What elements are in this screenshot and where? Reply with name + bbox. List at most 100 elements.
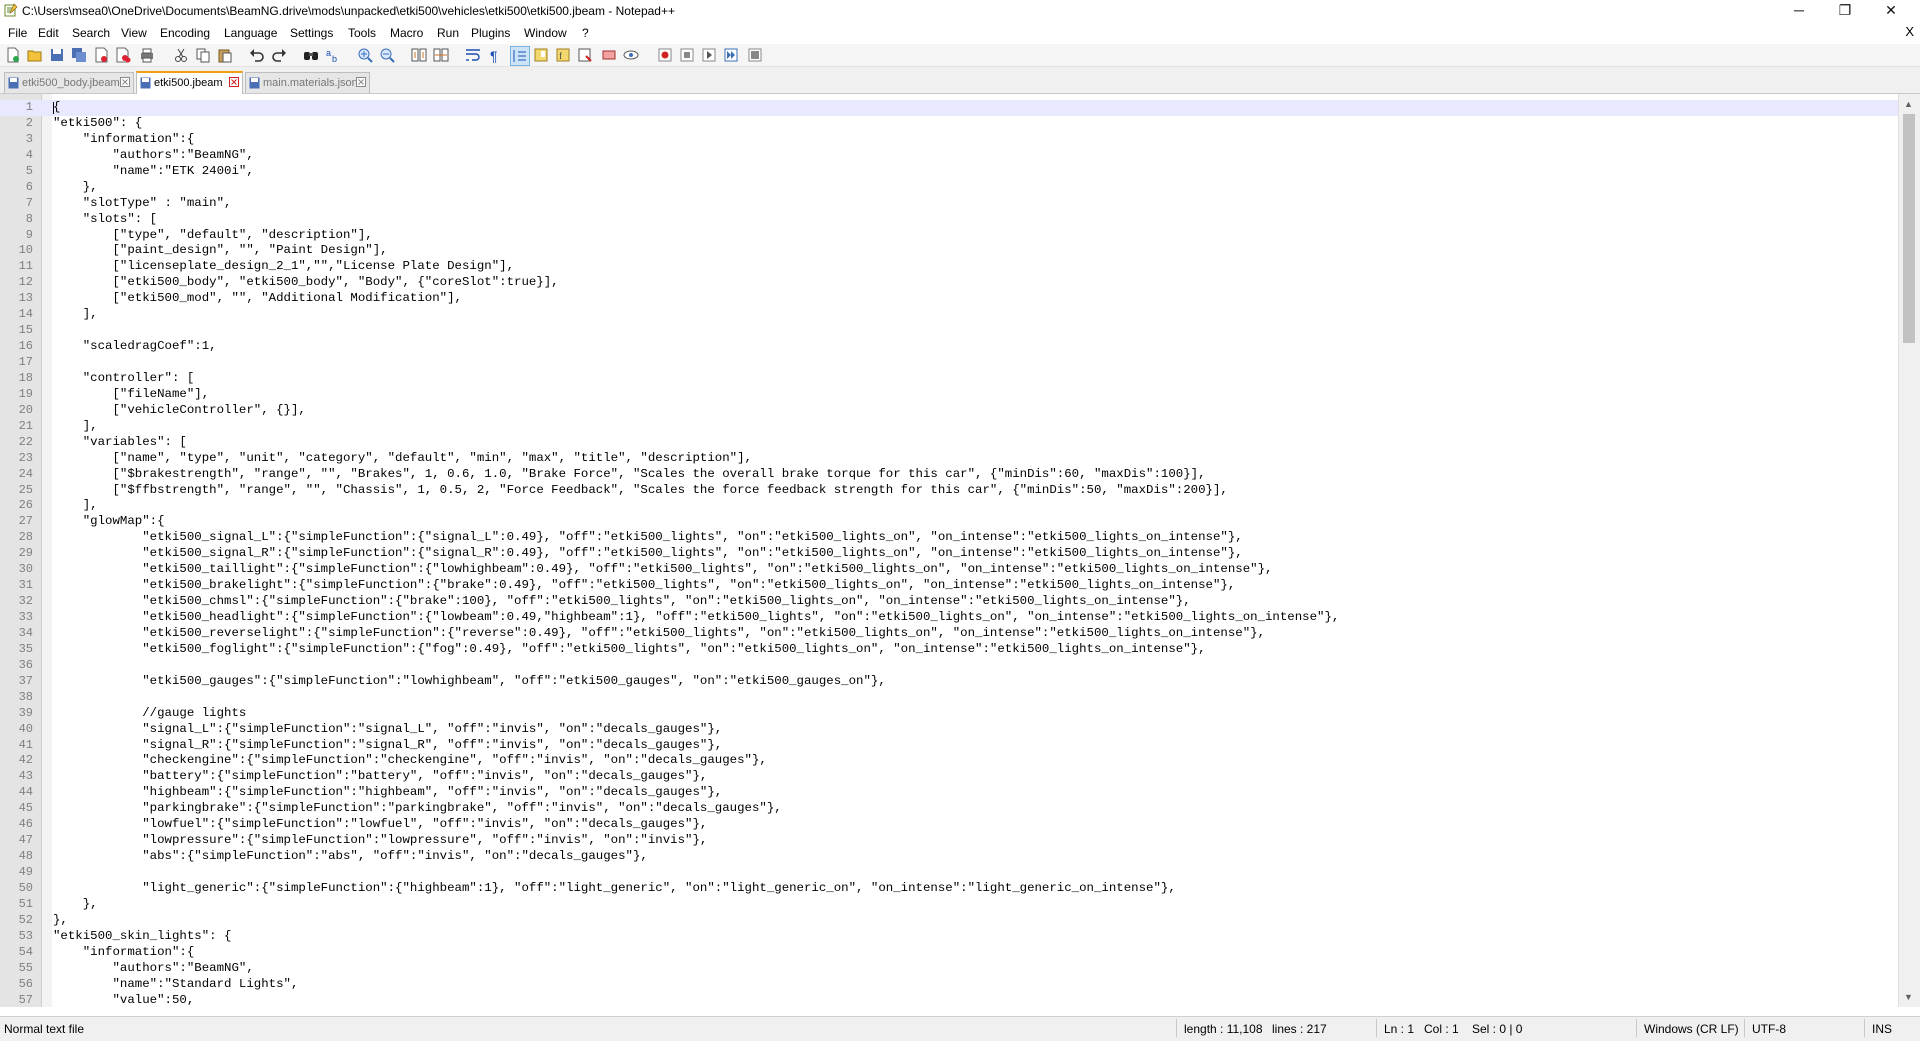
code-line[interactable]: 44 "highbeam":{"simpleFunction":"highbea… (0, 785, 1898, 801)
menu-window[interactable]: Window (524, 26, 567, 40)
code-line[interactable]: 53 "etki500_skin_lights": { (0, 929, 1898, 945)
minimize-button[interactable]: ─ (1776, 0, 1822, 22)
menu-settings[interactable]: Settings (290, 26, 333, 40)
menu-encoding[interactable]: Encoding (160, 26, 210, 40)
code-line[interactable]: 11 ["licenseplate_design_2_1","","Licens… (0, 259, 1898, 275)
restore-button[interactable]: ❐ (1822, 0, 1868, 22)
find-icon[interactable] (302, 46, 320, 64)
word-wrap-icon[interactable] (464, 46, 482, 64)
code-line[interactable]: 57 "value":50, (0, 993, 1898, 1008)
close-icon[interactable] (92, 46, 110, 64)
code-line[interactable]: 41 "signal_R":{"simpleFunction":"signal_… (0, 738, 1898, 754)
line-ending-label[interactable]: Windows (CR LF) (1644, 1022, 1739, 1036)
function-list-icon[interactable]: f (554, 46, 572, 64)
encoding-label[interactable]: UTF-8 (1752, 1022, 1786, 1036)
menu-language[interactable]: Language (224, 26, 277, 40)
tab-etki500-body-jbeam[interactable]: etki500_body.jbeam (4, 72, 134, 93)
code-line[interactable]: 54 "information":{ (0, 945, 1898, 961)
menu-plugins[interactable]: Plugins (471, 26, 510, 40)
redo-icon[interactable] (270, 46, 288, 64)
code-line[interactable]: 6 }, (0, 180, 1898, 196)
scrollbar-thumb[interactable] (1903, 114, 1915, 343)
code-line[interactable]: 46 "lowfuel":{"simpleFunction":"lowfuel"… (0, 817, 1898, 833)
code-line[interactable]: 38 (0, 690, 1898, 706)
code-line[interactable]: 33 "etki500_headlight":{"simpleFunction"… (0, 610, 1898, 626)
menu-file[interactable]: File (8, 26, 27, 40)
code-line[interactable]: 36 (0, 658, 1898, 674)
close-tab-icon[interactable] (120, 77, 130, 87)
code-line[interactable]: 23 ["name", "type", "unit", "category", … (0, 451, 1898, 467)
zoom-out-icon[interactable] (378, 46, 396, 64)
insert-mode-label[interactable]: INS (1872, 1022, 1892, 1036)
code-line[interactable]: 18 "controller": [ (0, 371, 1898, 387)
code-line[interactable]: 55 "authors":"BeamNG", (0, 961, 1898, 977)
code-line[interactable]: 47 "lowpressure":{"simpleFunction":"lowp… (0, 833, 1898, 849)
code-line[interactable]: 12 ["etki500_body", "etki500_body", "Bod… (0, 275, 1898, 291)
code-line[interactable]: 20 ["vehicleController", {}], (0, 403, 1898, 419)
code-line[interactable]: 34 "etki500_reverselight":{"simpleFuncti… (0, 626, 1898, 642)
code-line[interactable]: 39 //gauge lights (0, 706, 1898, 722)
menu-tools[interactable]: Tools (348, 26, 376, 40)
close-tab-icon[interactable] (229, 77, 239, 87)
macro-stop-icon[interactable] (678, 46, 696, 64)
folder-workspace-icon[interactable] (576, 46, 594, 64)
code-line[interactable]: 43 "battery":{"simpleFunction":"battery"… (0, 769, 1898, 785)
code-line[interactable]: 13 ["etki500_mod", "", "Additional Modif… (0, 291, 1898, 307)
menu-help[interactable]: ? (582, 26, 589, 40)
menu-run[interactable]: Run (437, 26, 459, 40)
code-line[interactable]: 31 "etki500_brakelight":{"simpleFunction… (0, 578, 1898, 594)
code-line[interactable]: 4 "authors":"BeamNG", (0, 148, 1898, 164)
new-file-icon[interactable] (4, 46, 22, 64)
code-line[interactable]: 3 "information":{ (0, 132, 1898, 148)
code-line[interactable]: 49 (0, 865, 1898, 881)
close-document-button[interactable]: X (1905, 24, 1914, 39)
save-all-icon[interactable] (70, 46, 88, 64)
undo-icon[interactable] (248, 46, 266, 64)
copy-icon[interactable] (194, 46, 212, 64)
print-icon[interactable] (138, 46, 156, 64)
code-line[interactable]: 19 ["fileName"], (0, 387, 1898, 403)
sync-vertical-icon[interactable] (410, 46, 428, 64)
code-line[interactable]: 51 }, (0, 897, 1898, 913)
macro-save-icon[interactable] (746, 46, 764, 64)
code-line[interactable]: 8 "slots": [ (0, 212, 1898, 228)
text-editor[interactable]: 1{2 "etki500": {3 "information":{4 "autho… (0, 94, 1898, 1007)
code-line[interactable]: 7 "slotType" : "main", (0, 196, 1898, 212)
close-window-button[interactable]: ✕ (1868, 0, 1914, 22)
code-line[interactable]: 9 ["type", "default", "description"], (0, 228, 1898, 244)
scroll-down-icon[interactable]: ▼ (1904, 992, 1913, 1002)
code-line[interactable]: 35 "etki500_foglight":{"simpleFunction":… (0, 642, 1898, 658)
code-line[interactable]: 24 ["$brakestrength", "range", "", "Brak… (0, 467, 1898, 483)
tab-main-materials-json[interactable]: main.materials.json (245, 72, 370, 93)
code-line[interactable]: 27 "glowMap":{ (0, 514, 1898, 530)
open-file-icon[interactable] (26, 46, 44, 64)
menu-edit[interactable]: Edit (38, 26, 59, 40)
code-line[interactable]: 25 ["$ffbstrength", "range", "", "Chassi… (0, 483, 1898, 499)
tab-etki500-jbeam[interactable]: etki500.jbeam (136, 71, 243, 95)
close-all-icon[interactable] (114, 46, 132, 64)
code-line[interactable]: 15 (0, 323, 1898, 339)
code-line[interactable]: 5 "name":"ETK 2400i", (0, 164, 1898, 180)
menu-view[interactable]: View (121, 26, 147, 40)
code-line[interactable]: 37 "etki500_gauges":{"simpleFunction":"l… (0, 674, 1898, 690)
menu-macro[interactable]: Macro (390, 26, 423, 40)
code-line[interactable]: 45 "parkingbrake":{"simpleFunction":"par… (0, 801, 1898, 817)
close-tab-icon[interactable] (356, 77, 366, 87)
code-line[interactable]: 28 "etki500_signal_L":{"simpleFunction":… (0, 530, 1898, 546)
code-line[interactable]: 17 (0, 355, 1898, 371)
eye-icon[interactable] (622, 46, 640, 64)
code-line[interactable]: 32 "etki500_chmsl":{"simpleFunction":{"b… (0, 594, 1898, 610)
code-line[interactable]: 14 ], (0, 307, 1898, 323)
code-line[interactable]: 42 "checkengine":{"simpleFunction":"chec… (0, 753, 1898, 769)
cut-icon[interactable] (172, 46, 190, 64)
code-line[interactable]: 29 "etki500_signal_R":{"simpleFunction":… (0, 546, 1898, 562)
code-line[interactable]: 10 ["paint_design", "", "Paint Design"], (0, 243, 1898, 259)
save-icon[interactable] (48, 46, 66, 64)
code-line[interactable]: 2 "etki500": { (0, 116, 1898, 132)
code-line[interactable]: 21 ], (0, 419, 1898, 435)
zoom-in-icon[interactable] (356, 46, 374, 64)
paste-icon[interactable] (216, 46, 234, 64)
code-line[interactable]: 26 ], (0, 498, 1898, 514)
macro-record-icon[interactable] (656, 46, 674, 64)
macro-play-multiple-icon[interactable] (722, 46, 740, 64)
